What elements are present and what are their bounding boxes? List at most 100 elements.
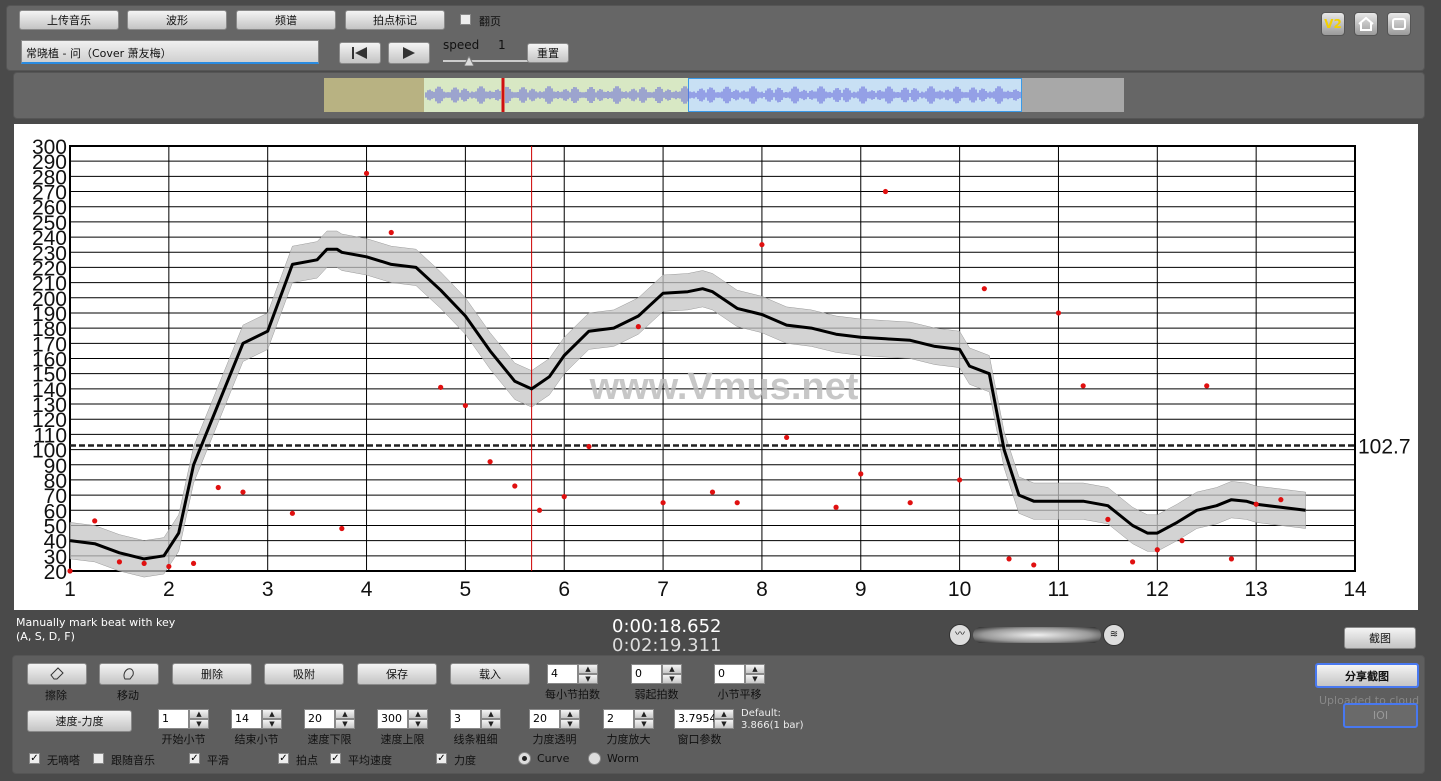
increment-button[interactable]: ▲ (634, 709, 654, 719)
beat-marking-button[interactable]: 拍点标记 (345, 10, 445, 30)
move-button[interactable] (99, 663, 159, 685)
end-bar-stepper[interactable]: 14 ▲ ▼ 结束小节 (231, 709, 282, 746)
decrement-button[interactable]: ▼ (335, 719, 355, 729)
dynamics-opacity-stepper[interactable]: 20 ▲ ▼ 力度透明 (529, 709, 580, 746)
share-screenshot-button[interactable]: 分享截图 (1315, 663, 1419, 688)
beat-point (536, 507, 543, 513)
beat-point (1105, 516, 1111, 522)
increment-button[interactable]: ▲ (189, 709, 209, 719)
decrement-button[interactable]: ▼ (745, 674, 765, 684)
tempo-chart[interactable]: 2030405060708090100110120130140150160170… (14, 124, 1418, 610)
page-turn-checkbox[interactable] (460, 14, 471, 25)
end-bar-value[interactable]: 14 (231, 709, 262, 729)
rewind-button[interactable] (339, 42, 381, 64)
waveform-overview[interactable] (324, 78, 1124, 112)
v2-button[interactable]: V2 (1321, 12, 1345, 36)
window-param-value[interactable]: 3.7954 (674, 709, 717, 729)
increment-button[interactable]: ▲ (481, 709, 501, 719)
curve-radio[interactable] (518, 752, 531, 765)
beat-point (141, 560, 147, 567)
line-width-value[interactable]: 3 (450, 709, 481, 729)
tempo-max-value[interactable]: 300 (377, 709, 408, 729)
dynamics-scale-value[interactable]: 2 (603, 709, 634, 729)
erase-button[interactable] (27, 663, 87, 685)
increment-button[interactable]: ▲ (714, 709, 734, 719)
worm-radio[interactable] (588, 752, 601, 765)
dynamics-checkbox[interactable]: ✓ (436, 753, 447, 764)
snap-button[interactable]: 吸附 (264, 663, 344, 685)
tempo-min-value[interactable]: 20 (304, 709, 335, 729)
decrement-button[interactable]: ▼ (662, 674, 682, 684)
dynamics-scale-stepper[interactable]: 2 ▲ ▼ 力度放大 (603, 709, 654, 746)
average-tempo-label: 102.7 (1358, 435, 1411, 458)
beat-point (1154, 547, 1160, 553)
default-label: Default: (741, 708, 781, 719)
decrement-button[interactable]: ▼ (189, 719, 209, 729)
tempo-min-stepper[interactable]: 20 ▲ ▼ 速度下限 (304, 709, 355, 746)
home-button[interactable] (1354, 12, 1378, 36)
increment-button[interactable]: ▲ (745, 664, 765, 674)
line-width-stepper[interactable]: 3 ▲ ▼ 线条粗细 (450, 709, 501, 746)
start-bar-value[interactable]: 1 (158, 709, 189, 729)
fullscreen-button[interactable] (1387, 12, 1411, 36)
play-button[interactable] (388, 42, 430, 64)
volume-control[interactable]: 〰 ≋ (949, 624, 1125, 646)
avg-speed-checkbox[interactable]: ✓ (330, 753, 341, 764)
increment-button[interactable]: ▲ (262, 709, 282, 719)
smooth-checkbox[interactable]: ✓ (189, 753, 200, 764)
x-tick-label: 13 (1244, 578, 1267, 601)
ioi-button[interactable]: IOI (1343, 703, 1418, 728)
bar-offset-stepper[interactable]: 0 ▲ ▼ 小节平移 (714, 664, 765, 701)
pickup-beats-value[interactable]: 0 (631, 664, 662, 684)
decrement-button[interactable]: ▼ (560, 719, 580, 729)
speed-value: 1 (498, 38, 506, 52)
window-param-stepper[interactable]: 3.7954 ▲ ▼ 窗口参数 (674, 709, 734, 746)
reset-button[interactable]: 重置 (527, 43, 569, 63)
tempo-min-label: 速度下限 (307, 733, 352, 746)
x-tick-label: 5 (460, 578, 472, 601)
save-button[interactable]: 保存 (357, 663, 437, 685)
dynamics-opacity-value[interactable]: 20 (529, 709, 560, 729)
screenshot-button[interactable]: 截图 (1344, 627, 1416, 649)
increment-button[interactable]: ▲ (578, 664, 598, 674)
beat-point (1006, 556, 1012, 562)
increment-button[interactable]: ▲ (408, 709, 428, 719)
beat-point (1031, 562, 1037, 568)
spectrum-button[interactable]: 频谱 (236, 10, 336, 30)
x-tick-label: 2 (163, 578, 175, 601)
increment-button[interactable]: ▲ (560, 709, 580, 719)
bar-offset-value[interactable]: 0 (714, 664, 745, 684)
waveform-button[interactable]: 波形 (127, 10, 227, 30)
x-tick-label: 1 (64, 578, 76, 601)
beat-point (1179, 538, 1185, 544)
x-tick-label: 12 (1146, 578, 1169, 601)
decrement-button[interactable]: ▼ (634, 719, 654, 729)
increment-button[interactable]: ▲ (335, 709, 355, 719)
beat-point (116, 559, 123, 565)
beats-checkbox[interactable]: ✓ (278, 753, 289, 764)
load-button[interactable]: 载入 (450, 663, 530, 685)
total-time: 0:02:19.311 (612, 635, 722, 656)
track-title-field[interactable]: 常晓植 - 问（Cover 萧友梅） (21, 40, 319, 64)
upload-music-button[interactable]: 上传音乐 (19, 10, 119, 30)
follow-music-checkbox[interactable] (93, 753, 104, 764)
decrement-button[interactable]: ▼ (578, 674, 598, 684)
decrement-button[interactable]: ▼ (408, 719, 428, 729)
no-tick-checkbox[interactable]: ✓ (29, 753, 40, 764)
tempo-dynamics-button[interactable]: 速度-力度 (27, 710, 132, 732)
pickup-beats-stepper[interactable]: 0 ▲ ▼ 弱起拍数 (631, 664, 682, 701)
beat-point (709, 489, 716, 495)
beat-point (784, 434, 790, 441)
beats-per-bar-value[interactable]: 4 (547, 664, 578, 684)
follow-music-label: 跟随音乐 (111, 754, 155, 767)
decrement-button[interactable]: ▼ (481, 719, 501, 729)
control-panel: 擦除 移动 删除 吸附 保存 载入 4 ▲ ▼ 每小节拍数 0 ▲ ▼ 弱起拍数 0… (12, 655, 1425, 774)
chart-area[interactable]: 20 30 40 50 60 70 80 90 100 110 120 130 140 150 160 170… (14, 124, 1418, 610)
tempo-max-stepper[interactable]: 300 ▲ ▼ 速度上限 (377, 709, 428, 746)
beats-per-bar-stepper[interactable]: 4 ▲ ▼ 每小节拍数 (545, 664, 600, 701)
decrement-button[interactable]: ▼ (714, 719, 734, 729)
start-bar-stepper[interactable]: 1 ▲ ▼ 开始小节 (158, 709, 209, 746)
decrement-button[interactable]: ▼ (262, 719, 282, 729)
delete-button[interactable]: 删除 (172, 663, 252, 685)
increment-button[interactable]: ▲ (662, 664, 682, 674)
